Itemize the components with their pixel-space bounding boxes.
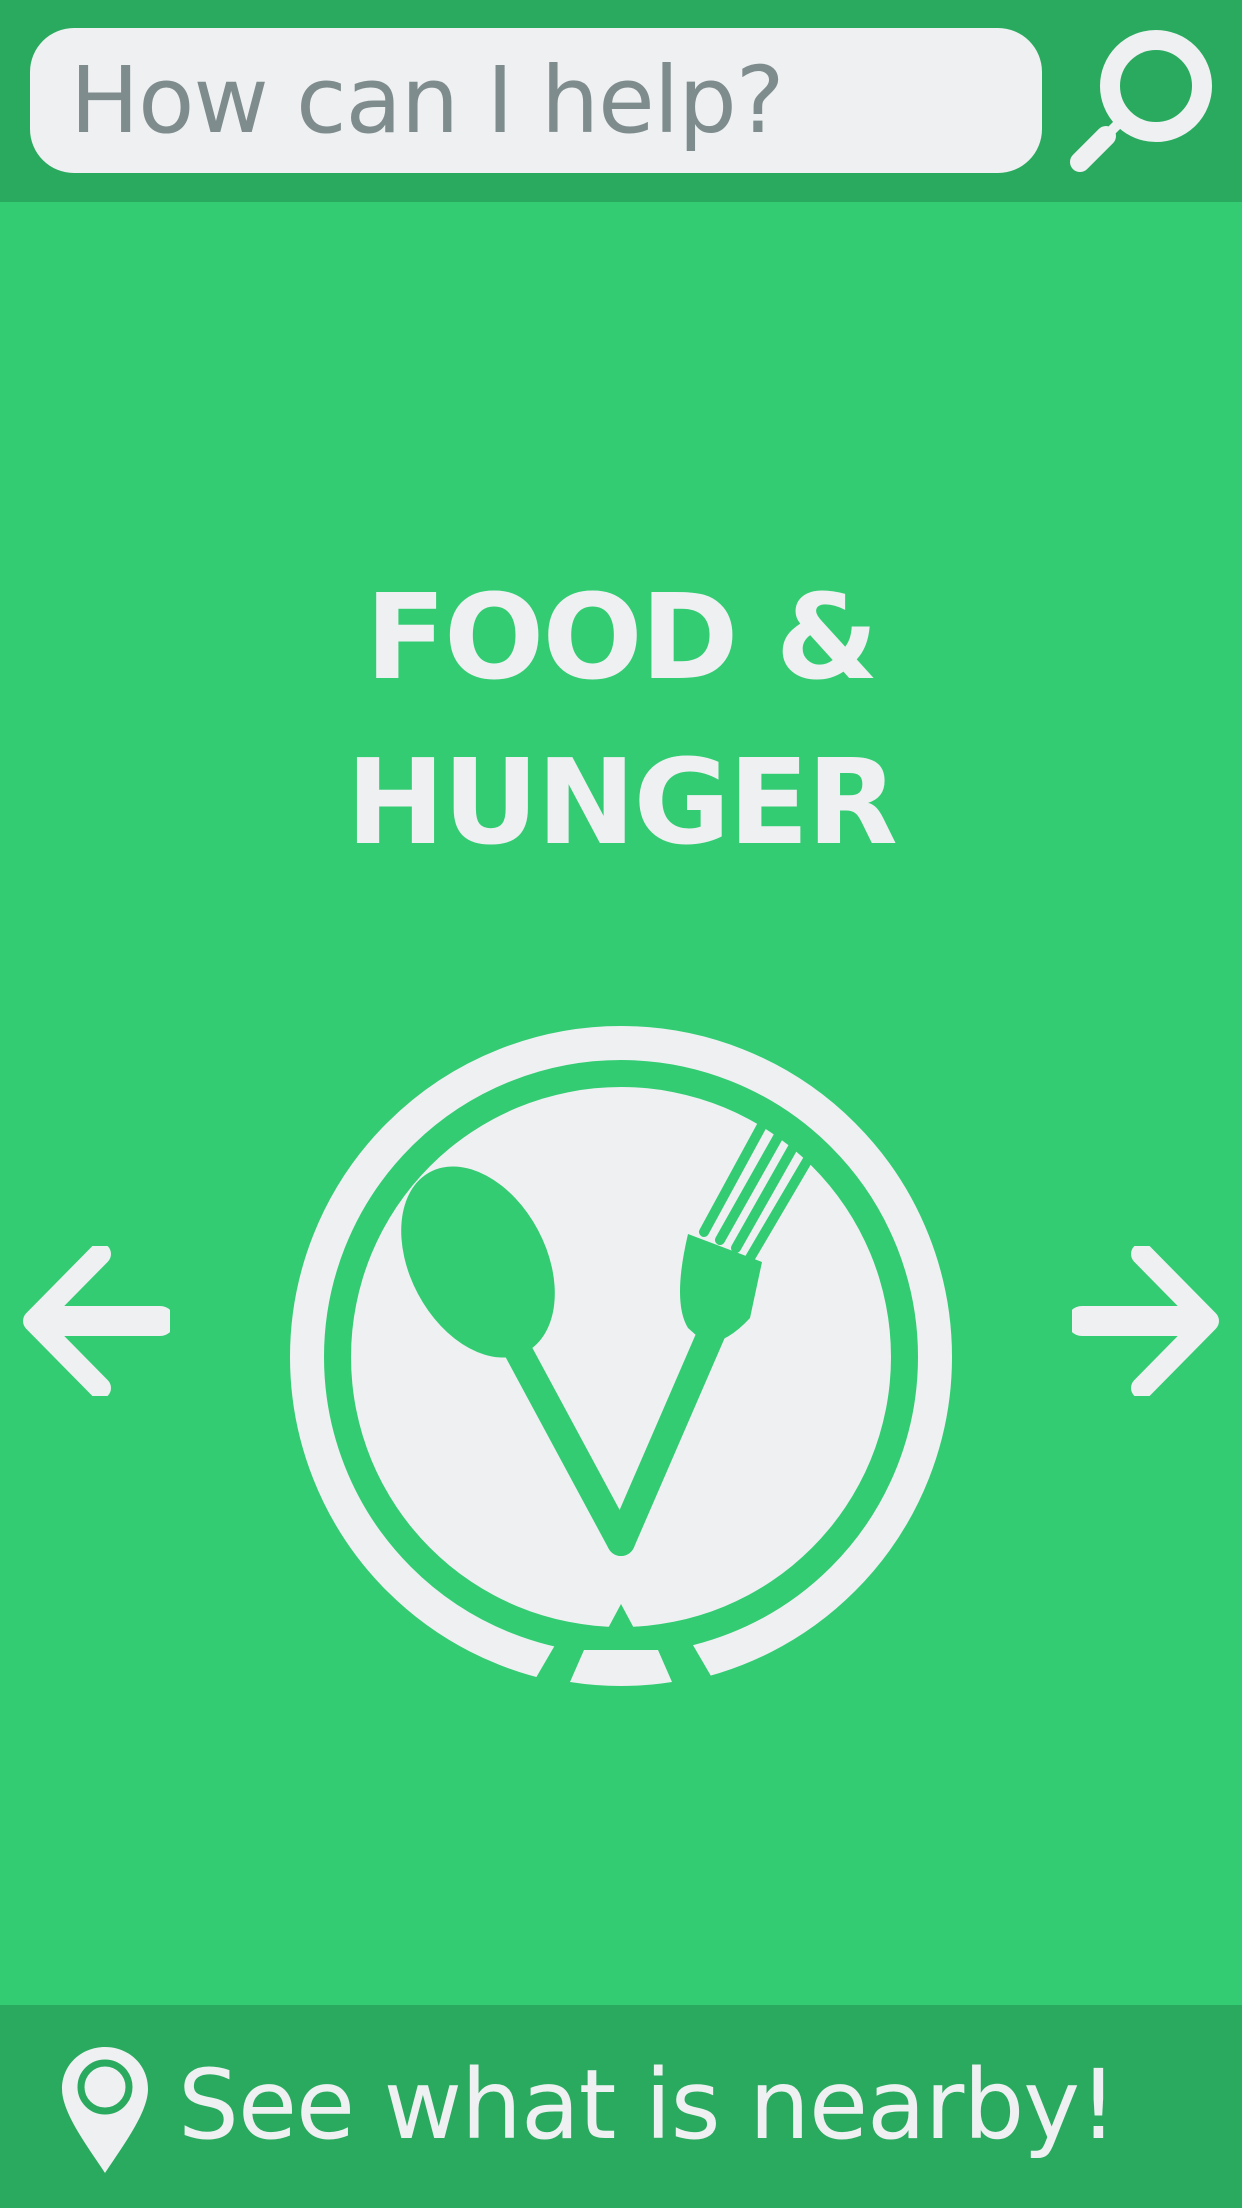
category-title-line2: HUNGER: [346, 733, 898, 871]
search-icon: [1070, 30, 1212, 172]
search-placeholder: How can I help?: [70, 46, 785, 154]
search-header: How can I help?: [0, 0, 1242, 202]
arrow-left-icon: [23, 1243, 175, 1399]
next-category-button[interactable]: [1067, 1243, 1222, 1399]
nearby-button[interactable]: See what is nearby!: [0, 2005, 1242, 2208]
plate-spoon-fork-icon: [288, 1022, 954, 1688]
map-pin-icon: [62, 2047, 148, 2173]
app-screen: How can I help? FOOD & HUNGER See what i…: [0, 0, 1242, 2208]
previous-category-button[interactable]: [20, 1243, 175, 1399]
nearby-label: See what is nearby!: [178, 2049, 1118, 2161]
arrow-right-icon: [1067, 1243, 1219, 1399]
search-button[interactable]: [1062, 22, 1222, 182]
category-title-line1: FOOD &: [365, 568, 878, 706]
search-input[interactable]: How can I help?: [30, 28, 1042, 173]
category-title: FOOD & HUNGER: [0, 555, 1242, 885]
